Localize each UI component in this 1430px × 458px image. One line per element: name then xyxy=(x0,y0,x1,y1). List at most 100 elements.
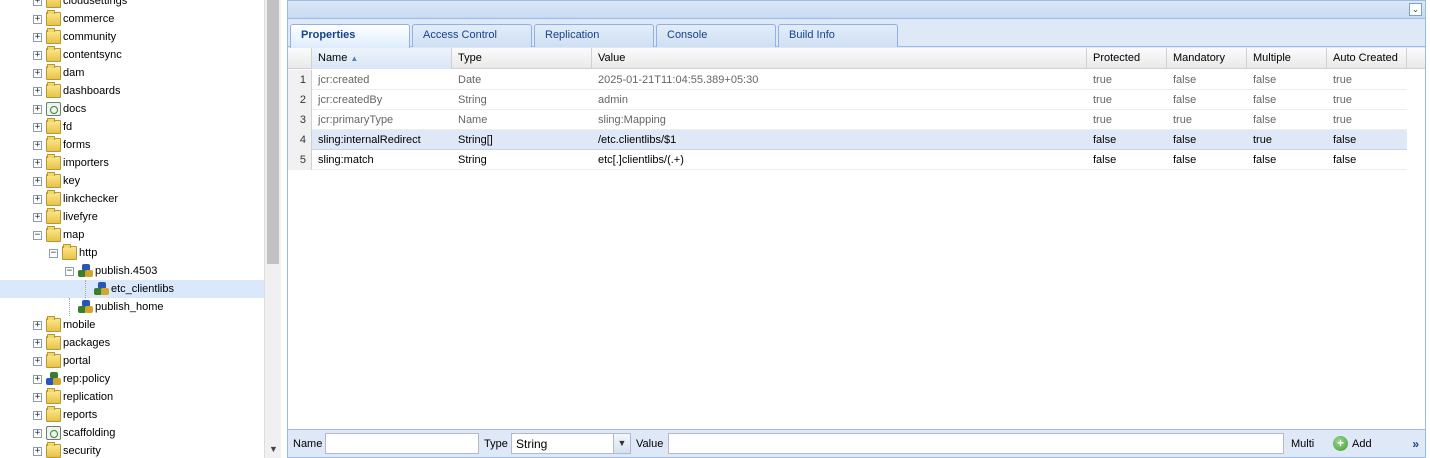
column-header-name[interactable]: Name ▲ xyxy=(312,48,452,69)
tab-properties[interactable]: Properties xyxy=(290,24,410,48)
tree-item-forms[interactable]: + forms xyxy=(0,136,264,154)
multi-toggle[interactable]: Multi xyxy=(1291,438,1314,450)
expand-icon[interactable]: + xyxy=(33,141,42,150)
tab-replication[interactable]: Replication xyxy=(534,24,654,47)
expand-icon[interactable]: + xyxy=(33,375,42,384)
cell-protected[interactable]: false xyxy=(1087,130,1167,150)
scroll-down-arrow-icon[interactable]: ▼ xyxy=(268,444,279,454)
tree-scrollbar[interactable]: ▼ xyxy=(264,0,281,458)
expand-icon[interactable]: + xyxy=(33,87,42,96)
expand-icon[interactable]: + xyxy=(33,213,42,222)
expand-icon[interactable]: + xyxy=(33,411,42,420)
tree-item-http[interactable]: − http xyxy=(0,244,264,262)
cell-protected[interactable]: true xyxy=(1087,110,1167,130)
tree-item-docs[interactable]: + docs xyxy=(0,100,264,118)
table-row[interactable]: 2 jcr:createdBy String admin true false false t… xyxy=(288,90,1407,110)
cell-auto-created[interactable]: false xyxy=(1327,130,1407,150)
table-row[interactable]: 1 jcr:created Date 2025-01-21T11:04:55.389+… xyxy=(288,70,1407,90)
tree-item-cloudsettings[interactable]: + cloudsettings xyxy=(0,0,264,10)
tree-item-replication[interactable]: + replication xyxy=(0,388,264,406)
cell-name[interactable]: jcr:primaryType xyxy=(312,110,452,130)
tree-item-key[interactable]: + key xyxy=(0,172,264,190)
tree-item-security[interactable]: + security xyxy=(0,442,264,458)
expand-icon[interactable]: + xyxy=(33,15,42,24)
cell-type[interactable]: Date xyxy=(452,70,592,90)
cell-value[interactable]: sling:Mapping xyxy=(592,110,1087,130)
cell-name[interactable]: jcr:created xyxy=(312,70,452,90)
tree-item-map[interactable]: − map xyxy=(0,226,264,244)
tree-item-publish-home[interactable]: publish_home xyxy=(0,298,264,316)
cell-type[interactable]: String xyxy=(452,150,592,170)
cell-type[interactable]: Name xyxy=(452,110,592,130)
cell-mandatory[interactable]: false xyxy=(1167,130,1247,150)
cell-auto-created[interactable]: true xyxy=(1327,110,1407,130)
expand-icon[interactable]: + xyxy=(33,195,42,204)
tree-item-mobile[interactable]: + mobile xyxy=(0,316,264,334)
tree-item-publish-4503[interactable]: − publish.4503 xyxy=(0,262,264,280)
column-header-auto-created[interactable]: Auto Created xyxy=(1327,48,1407,69)
expand-icon[interactable]: + xyxy=(33,321,42,330)
collapse-node-icon[interactable]: − xyxy=(49,249,58,258)
column-header-value[interactable]: Value xyxy=(592,48,1087,69)
expand-icon[interactable]: + xyxy=(33,177,42,186)
add-button[interactable]: + Add xyxy=(1332,435,1372,453)
tree-item-livefyre[interactable]: + livefyre xyxy=(0,208,264,226)
tab-console[interactable]: Console xyxy=(656,24,776,47)
cell-mandatory[interactable]: true xyxy=(1167,110,1247,130)
cell-name[interactable]: sling:match xyxy=(312,150,452,170)
tree-item-dam[interactable]: + dam xyxy=(0,64,264,82)
expand-icon[interactable]: + xyxy=(33,0,42,6)
cell-mandatory[interactable]: false xyxy=(1167,150,1247,170)
tree-item-community[interactable]: + community xyxy=(0,28,264,46)
expand-icon[interactable]: + xyxy=(33,69,42,78)
property-type-select[interactable]: String ▼ xyxy=(511,433,631,454)
collapse-icon[interactable]: ⌄ xyxy=(1409,3,1422,16)
cell-auto-created[interactable]: false xyxy=(1327,150,1407,170)
tree-item-portal[interactable]: + portal xyxy=(0,352,264,370)
tree-item-importers[interactable]: + importers xyxy=(0,154,264,172)
cell-multiple[interactable]: true xyxy=(1247,130,1327,150)
tree-item-dashboards[interactable]: + dashboards xyxy=(0,82,264,100)
expand-icon[interactable]: + xyxy=(33,447,42,456)
cell-name[interactable]: jcr:createdBy xyxy=(312,90,452,110)
column-header-protected[interactable]: Protected xyxy=(1087,48,1167,69)
tree-item-linkchecker[interactable]: + linkchecker xyxy=(0,190,264,208)
cell-type[interactable]: String[] xyxy=(452,130,592,150)
cell-value[interactable]: /etc.clientlibs/$1 xyxy=(592,130,1087,150)
cell-mandatory[interactable]: false xyxy=(1167,70,1247,90)
expand-icon[interactable]: + xyxy=(33,51,42,60)
cell-auto-created[interactable]: true xyxy=(1327,90,1407,110)
tab-build-info[interactable]: Build Info xyxy=(778,24,898,47)
property-name-input[interactable] xyxy=(325,433,479,454)
cell-protected[interactable]: true xyxy=(1087,90,1167,110)
cell-name[interactable]: sling:internalRedirect xyxy=(312,130,452,150)
cell-protected[interactable]: false xyxy=(1087,150,1167,170)
chevron-down-icon[interactable]: ▼ xyxy=(613,434,630,453)
tree-item-commerce[interactable]: + commerce xyxy=(0,10,264,28)
collapse-node-icon[interactable]: − xyxy=(33,231,42,240)
tree-scrollbar-thumb[interactable] xyxy=(267,0,279,264)
more-tools-icon[interactable]: » xyxy=(1412,437,1419,451)
column-header-mandatory[interactable]: Mandatory xyxy=(1167,48,1247,69)
table-row[interactable]: 3 jcr:primaryType Name sling:Mapping true tru… xyxy=(288,110,1407,130)
expand-icon[interactable]: + xyxy=(33,159,42,168)
cell-mandatory[interactable]: false xyxy=(1167,90,1247,110)
table-row[interactable]: 4 sling:internalRedirect String[]/etc.clie… xyxy=(288,130,1407,150)
cell-multiple[interactable]: false xyxy=(1247,70,1327,90)
tree-item-reports[interactable]: + reports xyxy=(0,406,264,424)
column-header-multiple[interactable]: Multiple xyxy=(1247,48,1327,69)
cell-type[interactable]: String xyxy=(452,90,592,110)
cell-auto-created[interactable]: true xyxy=(1327,70,1407,90)
tree-item-packages[interactable]: + packages xyxy=(0,334,264,352)
cell-multiple[interactable]: false xyxy=(1247,150,1327,170)
tree-item-scaffolding[interactable]: + scaffolding xyxy=(0,424,264,442)
expand-icon[interactable]: + xyxy=(33,357,42,366)
tree-item-rep-policy[interactable]: + rep:policy xyxy=(0,370,264,388)
cell-multiple[interactable]: false xyxy=(1247,110,1327,130)
cell-value[interactable]: 2025-01-21T11:04:55.389+05:30 xyxy=(592,70,1087,90)
expand-icon[interactable]: + xyxy=(33,105,42,114)
column-header-type[interactable]: Type xyxy=(452,48,592,69)
tree-item-etc-clientlibs[interactable]: etc_clientlibs xyxy=(0,280,264,298)
tab-access-control[interactable]: Access Control xyxy=(412,24,532,47)
table-row[interactable]: 5 sling:match String etc[.]clientlibs/(.+) f… xyxy=(288,150,1407,170)
